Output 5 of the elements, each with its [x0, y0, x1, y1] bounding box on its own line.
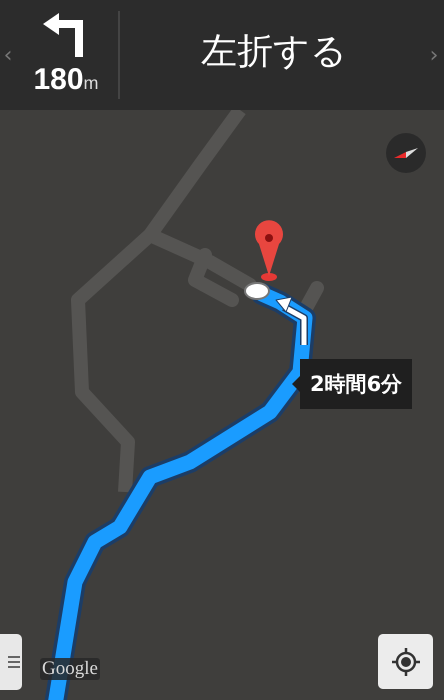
distance-unit: m: [84, 73, 99, 94]
distance-value: 180: [33, 63, 84, 97]
instruction-text: 左折する: [200, 30, 348, 74]
map-attribution: Google: [40, 658, 100, 680]
duration-callout: 2時間6分: [292, 359, 412, 409]
